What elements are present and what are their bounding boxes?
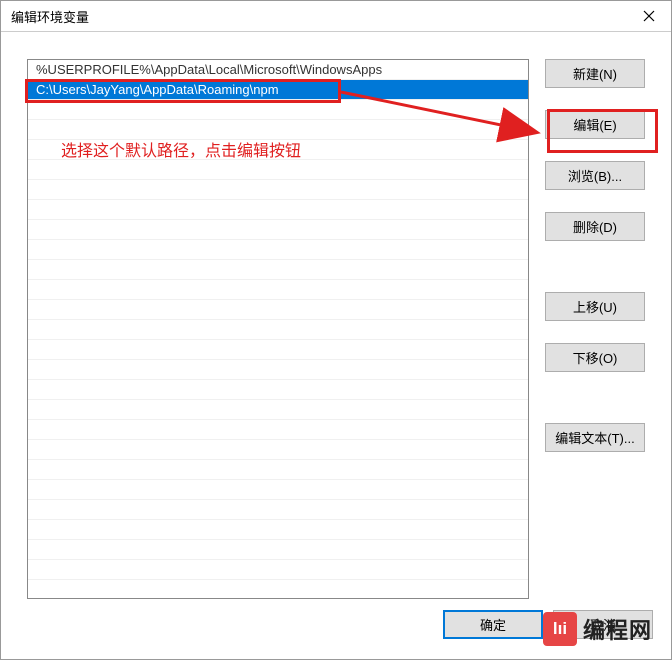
list-item[interactable]: %USERPROFILE%\AppData\Local\Microsoft\Wi…: [28, 60, 528, 80]
cancel-button[interactable]: 取消: [553, 610, 653, 639]
list-filler: [28, 100, 528, 580]
close-button[interactable]: [626, 1, 671, 32]
edit-text-button[interactable]: 编辑文本(T)...: [545, 423, 645, 452]
bottom-button-row: 确定 取消: [443, 610, 653, 639]
close-icon: [643, 10, 655, 22]
list-item[interactable]: C:\Users\JayYang\AppData\Roaming\npm: [28, 80, 528, 100]
titlebar: 编辑环境变量: [1, 1, 671, 32]
browse-button[interactable]: 浏览(B)...: [545, 161, 645, 190]
new-button[interactable]: 新建(N): [545, 59, 645, 88]
move-up-button[interactable]: 上移(U): [545, 292, 645, 321]
move-down-button[interactable]: 下移(O): [545, 343, 645, 372]
button-column: 新建(N) 编辑(E) 浏览(B)... 删除(D) 上移(U) 下移(O) 编…: [545, 59, 653, 474]
edit-button[interactable]: 编辑(E): [545, 110, 645, 139]
dialog-window: 编辑环境变量 %USERPROFILE%\AppData\Local\Micro…: [0, 0, 672, 660]
delete-button[interactable]: 删除(D): [545, 212, 645, 241]
path-listbox[interactable]: %USERPROFILE%\AppData\Local\Microsoft\Wi…: [27, 59, 529, 599]
ok-button[interactable]: 确定: [443, 610, 543, 639]
window-title: 编辑环境变量: [11, 7, 89, 26]
content-area: %USERPROFILE%\AppData\Local\Microsoft\Wi…: [1, 33, 671, 659]
